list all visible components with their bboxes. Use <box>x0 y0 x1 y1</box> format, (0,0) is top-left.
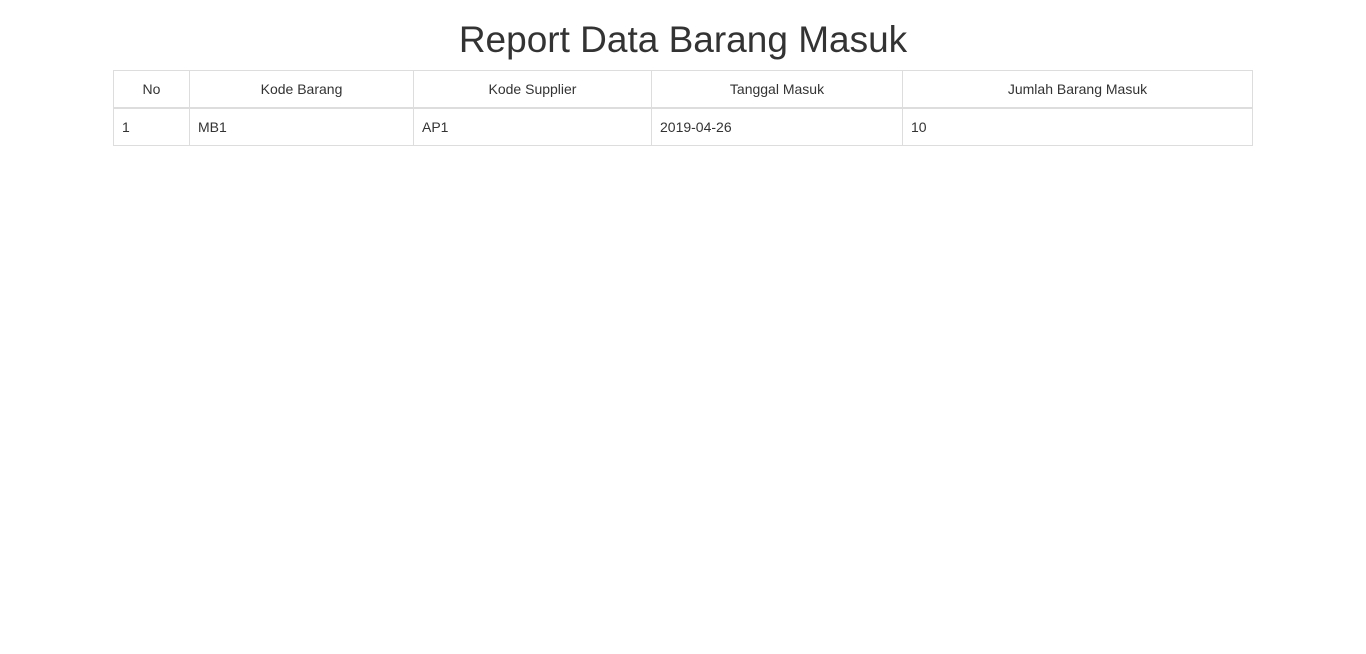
column-header-no: No <box>113 70 190 109</box>
column-header-tanggal-masuk: Tanggal Masuk <box>651 70 903 109</box>
column-header-kode-supplier: Kode Supplier <box>413 70 652 109</box>
cell-tanggal-masuk: 2019-04-26 <box>651 107 903 146</box>
cell-jumlah-barang-masuk: 10 <box>902 107 1253 146</box>
column-header-kode-barang: Kode Barang <box>189 70 414 109</box>
cell-kode-supplier: AP1 <box>413 107 652 146</box>
cell-no: 1 <box>113 107 190 146</box>
table-row: 1 MB1 AP1 2019-04-26 10 <box>113 107 1253 146</box>
report-table: No Kode Barang Kode Supplier Tanggal Mas… <box>113 70 1253 146</box>
table-body: 1 MB1 AP1 2019-04-26 10 <box>113 107 1253 146</box>
table-header-row: No Kode Barang Kode Supplier Tanggal Mas… <box>113 70 1253 109</box>
page-title: Report Data Barang Masuk <box>458 19 908 60</box>
cell-kode-barang: MB1 <box>189 107 414 146</box>
table-header: No Kode Barang Kode Supplier Tanggal Mas… <box>113 70 1253 109</box>
column-header-jumlah-barang-masuk: Jumlah Barang Masuk <box>902 70 1253 109</box>
